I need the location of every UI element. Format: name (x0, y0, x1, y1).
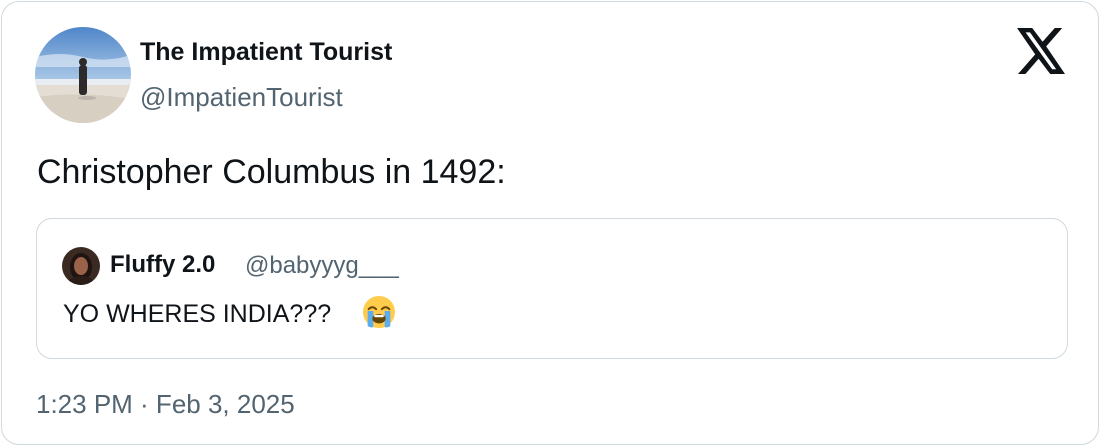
author-avatar[interactable] (35, 27, 131, 123)
quoted-author-name: Fluffy 2.0 (110, 251, 216, 278)
quoted-tweet[interactable]: Fluffy 2.0 @babyyyg___ YO WHERES INDIA??… (36, 218, 1068, 359)
quoted-author-avatar[interactable] (62, 247, 100, 285)
quoted-author-handle: @babyyyg___ (245, 252, 399, 279)
tweet-text: Christopher Columbus in 1492: (37, 153, 506, 191)
author-name[interactable]: The Impatient Tourist (140, 36, 392, 68)
quoted-tweet-text: YO WHERES INDIA??? (63, 300, 332, 328)
tweet-card: The Impatient Tourist @ImpatienTourist C… (1, 1, 1099, 445)
tweet-timestamp[interactable]: 1:23 PM · Feb 3, 2025 (36, 388, 295, 420)
loudly-crying-face-icon (362, 295, 396, 329)
x-logo-icon[interactable] (1017, 28, 1065, 74)
author-handle[interactable]: @ImpatienTourist (140, 81, 343, 113)
